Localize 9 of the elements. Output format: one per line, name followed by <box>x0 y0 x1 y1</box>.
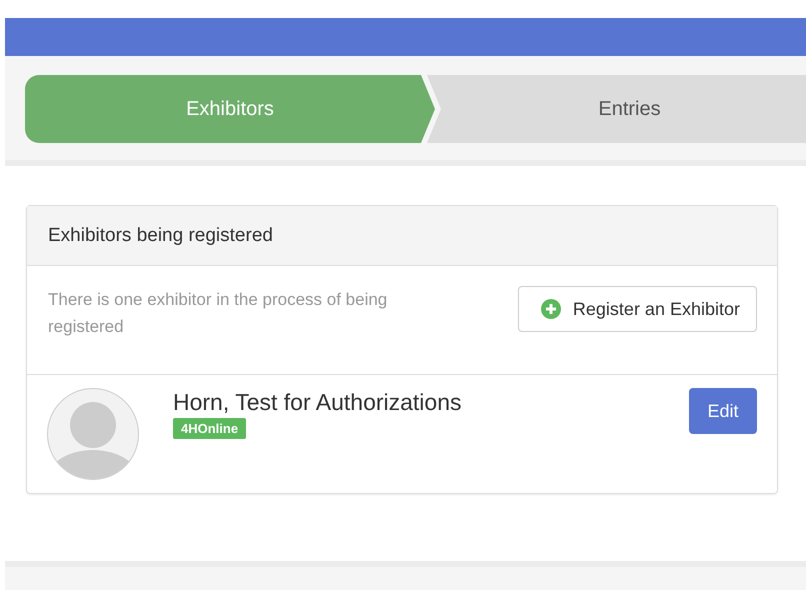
exhibitor-name: Horn, Test for Authorizations <box>173 388 462 416</box>
source-tag: 4HOnline <box>173 418 246 439</box>
panel-title: Exhibitors being registered <box>48 224 273 246</box>
register-button[interactable]: Register an Exhibitor <box>518 286 757 332</box>
step-tab[interactable]: Entries <box>427 75 806 143</box>
plus-circle-icon <box>540 299 561 319</box>
avatar-icon <box>47 388 139 480</box>
info-text: There is one exhibitor in the process of being registered <box>48 289 388 338</box>
edit-button[interactable]: Edit <box>689 388 757 434</box>
